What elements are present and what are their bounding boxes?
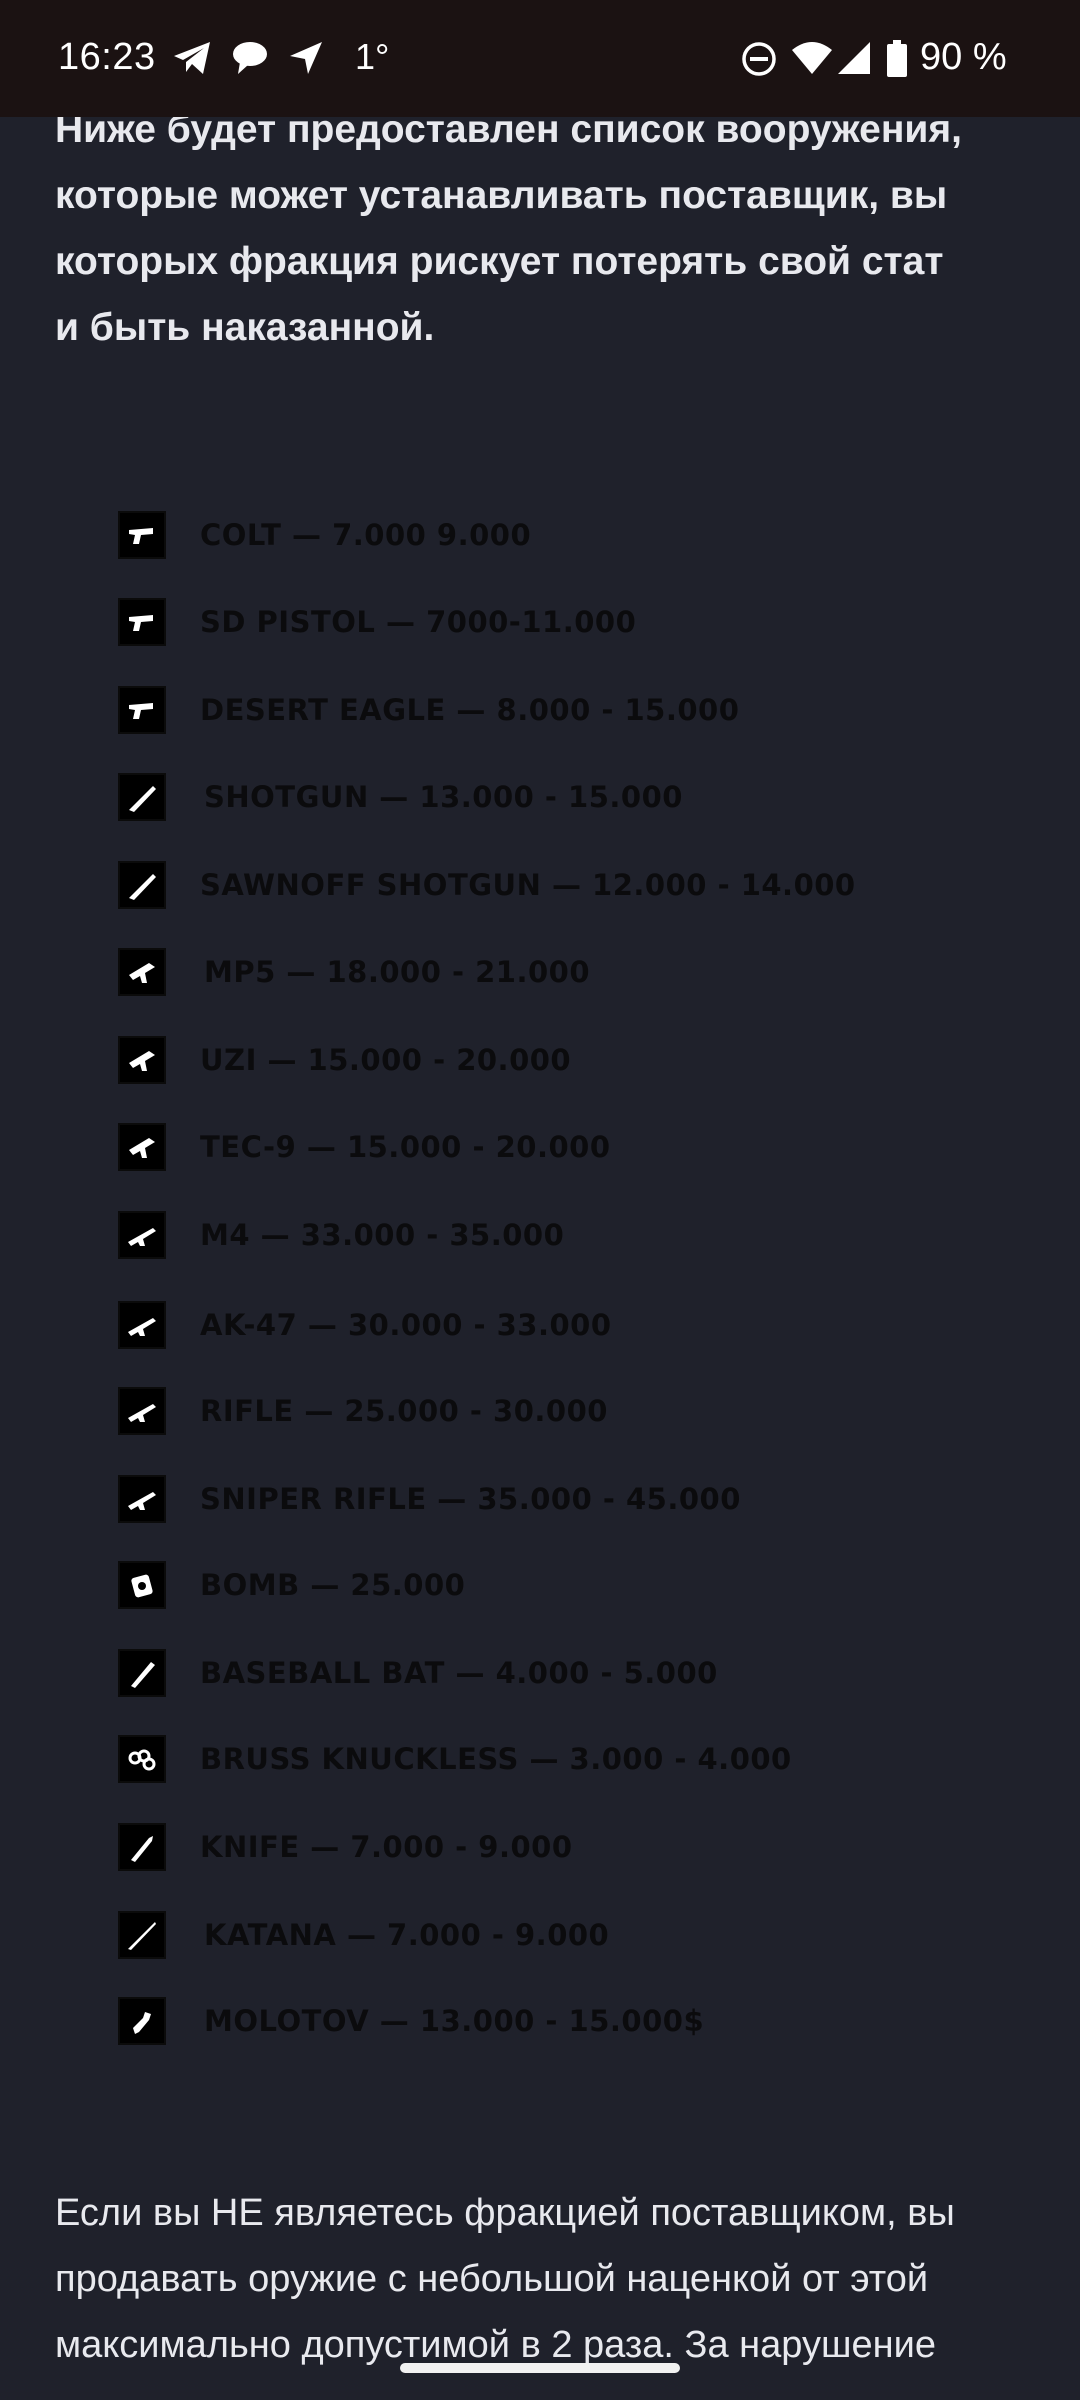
- weapon-list-item: KATANA — 7.000 - 9.000: [118, 1910, 609, 1960]
- weapon-list-item: BRUSS KNUCKLESS — 3.000 - 4.000: [118, 1734, 792, 1784]
- footer-line: продавать оружие с небольшой наценкой от…: [55, 2258, 929, 2300]
- chat-bubble-icon: [230, 40, 270, 81]
- weapon-price-text: DESERT EAGLE — 8.000 - 15.000: [200, 693, 740, 727]
- weapon-price-text: SHOTGUN — 13.000 - 15.000: [204, 780, 683, 814]
- weapon-list-item: SD PISTOL — 7000-11.000: [118, 597, 636, 647]
- weapon-price-text: TEC-9 — 15.000 - 20.000: [200, 1130, 611, 1164]
- dnd-icon: [740, 40, 778, 83]
- weapon-list-item: AK-47 — 30.000 - 33.000: [118, 1300, 612, 1350]
- weapon-list-item: SAWNOFF SHOTGUN — 12.000 - 14.000: [118, 860, 856, 910]
- weapon-price-text: AK-47 — 30.000 - 33.000: [200, 1308, 612, 1342]
- weapon-price-text: BASEBALL BAT — 4.000 - 5.000: [200, 1656, 718, 1690]
- bomb-icon: [118, 1561, 166, 1609]
- weapon-list-item: SHOTGUN — 13.000 - 15.000: [118, 772, 683, 822]
- smg-icon: [118, 1036, 166, 1084]
- signal-icon: [836, 40, 872, 81]
- weapon-price-text: RIFLE — 25.000 - 30.000: [200, 1394, 608, 1428]
- weapon-list-item: MP5 — 18.000 - 21.000: [118, 947, 590, 997]
- telegram-icon: [172, 40, 212, 81]
- weapon-list-item: UZI — 15.000 - 20.000: [118, 1035, 571, 1085]
- weapon-list-item: COLT — 7.000 9.000: [118, 510, 531, 560]
- pistol-icon: [118, 686, 166, 734]
- home-indicator[interactable]: [400, 2363, 680, 2373]
- intro-line: и быть наказанной.: [55, 306, 435, 349]
- article-content: Ниже будет предоставлен список вооружени…: [0, 0, 1080, 2400]
- rifle-icon: [118, 1387, 166, 1435]
- weapon-price-text: MOLOTOV — 13.000 - 15.000$: [204, 2004, 705, 2038]
- intro-line: которых фракция рискует потерять свой ст…: [55, 240, 944, 283]
- weapon-price-text: KATANA — 7.000 - 9.000: [204, 1918, 610, 1952]
- shotgun-icon: [118, 773, 166, 821]
- weapon-price-text: UZI — 15.000 - 20.000: [200, 1043, 572, 1077]
- navigation-arrow-icon: [288, 40, 324, 81]
- weapon-price-text: KNIFE — 7.000 - 9.000: [200, 1830, 573, 1864]
- weapon-list-item: BASEBALL BAT — 4.000 - 5.000: [118, 1648, 718, 1698]
- pistol-icon: [118, 598, 166, 646]
- katana-icon: [118, 1911, 166, 1959]
- weapon-price-text: M4 — 33.000 - 35.000: [200, 1218, 565, 1252]
- status-bar: 16:23 1° 90 %: [0, 0, 1080, 117]
- intro-line: которые может устанавливать поставщик, в…: [55, 174, 948, 217]
- weapon-price-text: BOMB — 25.000: [200, 1568, 466, 1602]
- weapon-price-text: SAWNOFF SHOTGUN — 12.000 - 14.000: [200, 868, 856, 902]
- weapon-list-item: BOMB — 25.000: [118, 1560, 465, 1610]
- weapon-list-item: DESERT EAGLE — 8.000 - 15.000: [118, 685, 739, 735]
- wifi-icon: [790, 40, 834, 81]
- footer-line: Если вы НЕ являетесь фракцией поставщико…: [55, 2192, 955, 2234]
- weapon-list-item: KNIFE — 7.000 - 9.000: [118, 1822, 573, 1872]
- intro-paragraph: Ниже будет предоставлен список вооружени…: [55, 97, 1080, 361]
- status-time: 16:23: [58, 36, 156, 78]
- weapon-price-text: SD PISTOL — 7000-11.000: [200, 605, 637, 639]
- pistol-icon: [118, 511, 166, 559]
- weapon-list-item: SNIPER RIFLE — 35.000 - 45.000: [118, 1474, 741, 1524]
- knuckles-icon: [118, 1735, 166, 1783]
- battery-percentage: 90 %: [920, 36, 1007, 78]
- molotov-icon: [118, 1997, 166, 2045]
- weapon-price-text: BRUSS KNUCKLESS — 3.000 - 4.000: [200, 1742, 792, 1776]
- status-temperature: 1°: [355, 36, 390, 77]
- weapon-list-item: TEC-9 — 15.000 - 20.000: [118, 1122, 611, 1172]
- battery-icon: [886, 40, 908, 83]
- footer-line: вы так же можете понести наказание.: [55, 2378, 1080, 2400]
- weapon-price-text: COLT — 7.000 9.000: [200, 518, 532, 552]
- weapon-price-text: SNIPER RIFLE — 35.000 - 45.000: [200, 1482, 741, 1516]
- smg-icon: [118, 1123, 166, 1171]
- rifle-icon: [118, 1211, 166, 1259]
- rifle-icon: [118, 1301, 166, 1349]
- weapon-list-item: RIFLE — 25.000 - 30.000: [118, 1386, 608, 1436]
- rifle-icon: [118, 1475, 166, 1523]
- knife-icon: [118, 1823, 166, 1871]
- smg-icon: [118, 948, 166, 996]
- weapon-list-item: M4 — 33.000 - 35.000: [118, 1210, 564, 1260]
- bat-icon: [118, 1649, 166, 1697]
- shotgun-icon: [118, 861, 166, 909]
- weapon-price-text: MP5 — 18.000 - 21.000: [204, 955, 591, 989]
- weapon-list-item: MOLOTOV — 13.000 - 15.000$: [118, 1996, 704, 2046]
